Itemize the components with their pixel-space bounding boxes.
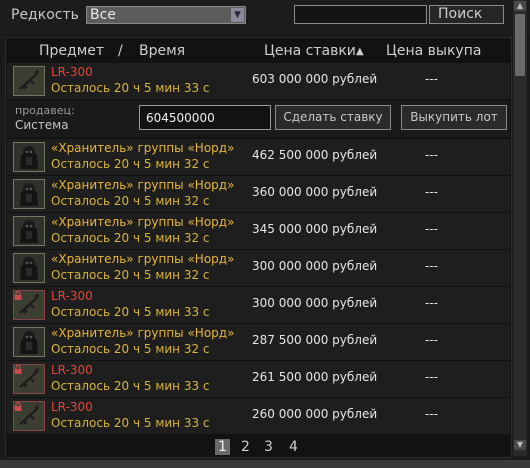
lot-row[interactable]: «Хранитель» группы «Норд» Осталось 20 ч 5… [7,139,510,175]
page-2[interactable]: 2 [241,439,250,455]
page-3[interactable]: 3 [264,439,273,455]
lot-time-left: Осталось 20 ч 5 мин 32 с [51,157,210,171]
lot-row[interactable]: «Хранитель» группы «Норд» Осталось 20 ч 5… [7,250,510,286]
lot-buyout-price: --- [425,259,438,273]
lot-name: «Хранитель» группы «Норд» [51,141,235,155]
lot-row[interactable]: LR-300 Осталось 20 ч 5 мин 33 с 603 000 00… [7,63,510,99]
search-input[interactable] [294,5,427,24]
scroll-thumb[interactable] [515,14,525,76]
make-bid-label: Сделать ставку [283,110,383,124]
lock-icon [14,402,22,411]
lot-bid-price: 360 000 000 рублей [252,185,378,199]
column-item[interactable]: Предмет [39,43,104,59]
lot-buyout-price: --- [425,407,438,421]
lot-buyout-price: --- [425,222,438,236]
armor-icon [13,327,45,357]
lot-time-left: Осталось 20 ч 5 мин 32 с [51,268,210,282]
armor-icon [13,253,45,283]
lot-bid-price: 462 500 000 рублей [252,148,378,162]
lot-time-left: Осталось 20 ч 5 мин 33 с [51,81,210,95]
lot-name: LR-300 [51,289,93,303]
bottom-border [0,460,530,468]
search-button-label: Поиск [438,6,483,22]
lot-bid-price: 300 000 000 рублей [252,259,378,273]
lot-time-left: Осталось 20 ч 5 мин 33 с [51,305,210,319]
lot-row[interactable]: LR-300 Осталось 20 ч 5 мин 33 с 300 000 00… [7,287,510,323]
lot-buyout-price: --- [425,185,438,199]
scroll-down-icon[interactable]: ▼ [514,440,526,450]
lot-name: LR-300 [51,400,93,414]
lot-name: «Хранитель» группы «Норд» [51,178,235,192]
rarity-selected-value: Все [90,7,116,23]
seller-label: продавец: [15,104,75,117]
lot-time-left: Осталось 20 ч 5 мин 33 с [51,379,210,393]
lot-time-left: Осталось 20 ч 5 мин 32 с [51,342,210,356]
lot-name: LR-300 [51,65,93,79]
buyout-label: Выкупить лот [410,110,498,124]
page-1[interactable]: 1 [215,439,230,455]
column-buyout-price[interactable]: Цена выкупа [386,43,481,59]
lot-name: «Хранитель» группы «Норд» [51,326,235,340]
lot-bid-price: 345 000 000 рублей [252,222,378,236]
column-time[interactable]: Время [139,43,185,59]
search-button[interactable]: Поиск [429,5,504,24]
auction-panel: Предмет / Время Цена ставки ▲ Цена выкуп… [5,37,512,458]
lot-name: LR-300 [51,363,93,377]
make-bid-button[interactable]: Сделать ставку [275,105,391,130]
lot-row[interactable]: LR-300 Осталось 20 ч 5 мин 33 с 260 000 00… [7,398,510,434]
buyout-button[interactable]: Выкупить лот [401,105,507,130]
chevron-down-icon[interactable]: ▼ [231,8,244,22]
sort-ascending-icon: ▲ [356,46,364,57]
lot-bid-price: 260 000 000 рублей [252,407,378,421]
scroll-up-icon[interactable]: ▲ [514,1,526,11]
page-4[interactable]: 4 [289,439,298,455]
rarity-dropdown[interactable]: Все ▼ [86,6,246,24]
rifle-icon [13,66,45,96]
lot-buyout-price: --- [425,72,438,86]
column-header: Предмет / Время Цена ставки ▲ Цена выкуп… [6,38,511,62]
rifle-icon [13,290,45,320]
column-separator: / [118,43,123,59]
rarity-label: Редкость [11,7,79,23]
lot-buyout-price: --- [425,148,438,162]
lock-icon [14,365,22,374]
lot-buyout-price: --- [425,296,438,310]
lot-row[interactable]: «Хранитель» группы «Норд» Осталось 20 ч 5… [7,176,510,212]
lock-icon [14,291,22,300]
lot-bid-price: 603 000 000 рублей [252,72,378,86]
pagination: 1 2 3 4 [6,438,511,456]
lot-row[interactable]: «Хранитель» группы «Норд» Осталось 20 ч 5… [7,213,510,249]
armor-icon [13,142,45,172]
scrollbar[interactable]: ▲ ▼ [513,0,527,456]
lot-bid-price: 287 500 000 рублей [252,333,378,347]
lot-row[interactable]: «Хранитель» группы «Норд» Осталось 20 ч 5… [7,324,510,360]
lot-time-left: Осталось 20 ч 5 мин 33 с [51,416,210,430]
filter-bar: Редкость Все ▼ Поиск [0,0,530,34]
lot-time-left: Осталось 20 ч 5 мин 32 с [51,194,210,208]
column-bid-price[interactable]: Цена ставки [264,43,356,59]
armor-icon [13,216,45,246]
armor-icon [13,179,45,209]
lot-buyout-price: --- [425,333,438,347]
lot-name: «Хранитель» группы «Норд» [51,215,235,229]
lot-time-left: Осталось 20 ч 5 мин 32 с [51,231,210,245]
lot-details: продавец: Система Сделать ставку Выкупит… [7,101,510,137]
lot-bid-price: 261 500 000 рублей [252,370,378,384]
bid-amount-input[interactable] [139,105,271,130]
seller-name: Система [15,118,69,132]
rifle-icon [13,401,45,431]
rifle-icon [13,364,45,394]
lot-bid-price: 300 000 000 рублей [252,296,378,310]
lot-buyout-price: --- [425,370,438,384]
lot-row[interactable]: LR-300 Осталось 20 ч 5 мин 33 с 261 500 00… [7,361,510,397]
lot-name: «Хранитель» группы «Норд» [51,252,235,266]
